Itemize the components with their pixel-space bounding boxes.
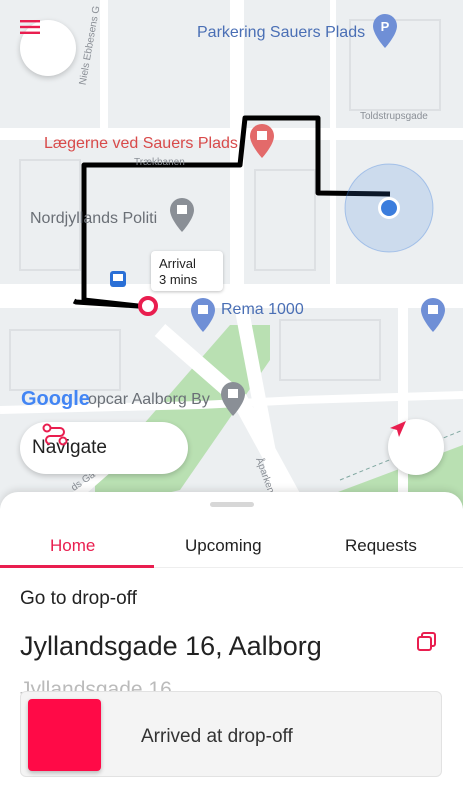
arrival-label: Arrival [159,256,196,271]
menu-button[interactable] [20,20,76,76]
tab-bar: Home Upcoming Requests [0,522,463,568]
clinic-pin-icon [250,124,274,158]
shop-label: Rema 1000 [221,301,304,318]
parking-pin-icon: P [373,14,397,48]
hamburger-menu-icon [20,20,40,34]
street-label-toldstrups: Toldstrupsgade [360,111,428,122]
arrived-slider[interactable]: Arrived at drop-off [20,691,442,777]
slider-thumb[interactable] [28,699,101,771]
route-icon [42,423,68,446]
police-pin-icon [170,198,194,232]
tab-requests[interactable]: Requests [345,536,417,556]
bus-stop-icon [110,271,126,287]
clinic-label: Lægerne ved Sauers Plads [44,135,238,152]
shop-pin-2-icon [421,298,445,332]
active-tab-indicator [0,565,154,568]
arrival-callout: Arrival 3 mins [151,251,223,291]
tab-home[interactable]: Home [50,536,95,556]
navigate-button[interactable]: Navigate [20,422,188,474]
copy-address-button[interactable] [416,631,438,658]
bottom-sheet: Home Upcoming Requests Go to drop-off Jy… [0,492,463,800]
google-logo: Google [21,388,90,410]
shop-pin-icon [191,298,215,332]
svg-text:P: P [381,19,390,34]
navigation-arrow-icon [390,421,406,437]
parking-label: Parkering Sauers Plads [197,24,366,41]
street-label-trekbanen: Trækbanen [134,157,185,168]
arrival-time: 3 mins [159,272,198,287]
slider-label: Arrived at drop-off [141,726,293,747]
tab-upcoming[interactable]: Upcoming [185,536,262,556]
copy-icon [417,632,436,651]
sheet-drag-handle[interactable] [210,502,254,507]
car-rental-label: opcar Aalborg By [88,391,210,408]
recenter-button[interactable] [388,419,444,475]
address-title: Jyllandsgade 16, Aalborg [20,631,322,661]
step-title: Go to drop-off [20,588,137,609]
police-label: Nordjyllands Politi [30,210,158,227]
map-view[interactable]: P Parkering Sauers Plads Lægerne ved Sau… [0,0,463,510]
